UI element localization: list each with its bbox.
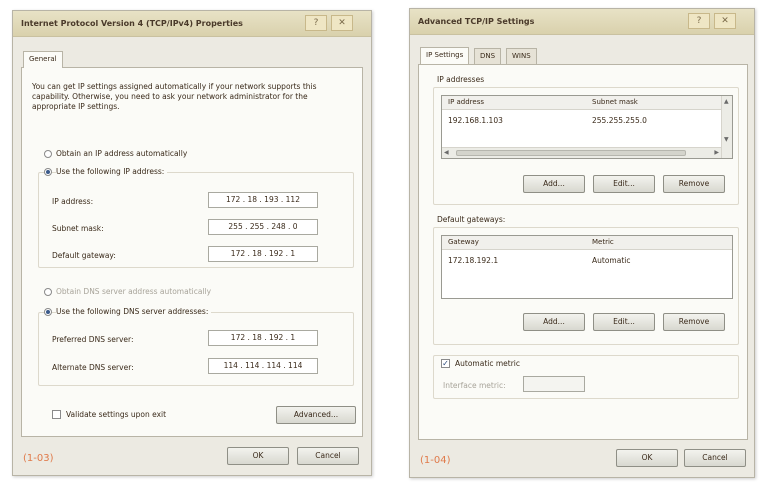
subnet-mask-field[interactable]: 255 . 255 . 248 . 0 bbox=[208, 219, 318, 235]
help-button[interactable]: ? bbox=[688, 13, 710, 29]
figure-caption: (1-04) bbox=[420, 455, 451, 466]
default-gateway-label: Default gateway: bbox=[52, 251, 116, 260]
table-row-gateway[interactable]: 172.18.192.1 bbox=[448, 256, 498, 265]
column-subnet-mask[interactable]: Subnet mask bbox=[592, 98, 638, 106]
vertical-scrollbar[interactable]: ▲ ▼ bbox=[721, 96, 732, 158]
table-row-metric[interactable]: Automatic bbox=[592, 256, 630, 265]
title-bar: Internet Protocol Version 4 (TCP/IPv4) P… bbox=[13, 11, 371, 37]
dialog-title: Internet Protocol Version 4 (TCP/IPv4) P… bbox=[21, 19, 243, 28]
alternate-dns-label: Alternate DNS server: bbox=[52, 363, 134, 372]
use-ip-radio[interactable] bbox=[44, 168, 52, 176]
use-dns-label[interactable]: Use the following DNS server addresses: bbox=[56, 307, 212, 316]
scroll-right-icon[interactable]: ▶ bbox=[714, 149, 719, 157]
alternate-dns-field[interactable]: 114 . 114 . 114 . 114 bbox=[208, 358, 318, 374]
ip-address-label: IP address: bbox=[52, 197, 94, 206]
obtain-ip-radio[interactable] bbox=[44, 150, 52, 158]
default-gateway-field[interactable]: 172 . 18 . 192 . 1 bbox=[208, 246, 318, 262]
edit-gateway-button[interactable]: Edit... bbox=[593, 313, 655, 331]
cancel-button[interactable]: Cancel bbox=[297, 447, 359, 465]
ip-address-list[interactable]: IP address Subnet mask 192.168.1.103 255… bbox=[441, 95, 733, 159]
column-gateway[interactable]: Gateway bbox=[448, 238, 479, 246]
validate-checkbox[interactable] bbox=[52, 410, 61, 419]
close-button[interactable]: ✕ bbox=[714, 13, 736, 29]
remove-gateway-button[interactable]: Remove bbox=[663, 313, 725, 331]
gateway-list[interactable]: Gateway Metric 172.18.192.1 Automatic bbox=[441, 235, 733, 299]
advanced-button[interactable]: Advanced... bbox=[276, 406, 356, 424]
column-metric[interactable]: Metric bbox=[592, 238, 614, 246]
ok-button[interactable]: OK bbox=[616, 449, 678, 467]
interface-metric-field[interactable] bbox=[523, 376, 585, 392]
subnet-mask-label: Subnet mask: bbox=[52, 224, 104, 233]
tab-wins[interactable]: WINS bbox=[506, 48, 537, 64]
default-gateways-label: Default gateways: bbox=[437, 215, 506, 224]
automatic-metric-label[interactable]: Automatic metric bbox=[455, 359, 520, 368]
column-ip-address[interactable]: IP address bbox=[448, 98, 484, 106]
interface-metric-label: Interface metric: bbox=[443, 381, 506, 390]
table-row-ip[interactable]: 192.168.1.103 bbox=[448, 116, 503, 125]
edit-ip-button[interactable]: Edit... bbox=[593, 175, 655, 193]
advanced-tcpip-dialog: Advanced TCP/IP Settings ? ✕ IP Settings… bbox=[409, 8, 755, 478]
add-ip-button[interactable]: Add... bbox=[523, 175, 585, 193]
remove-ip-button[interactable]: Remove bbox=[663, 175, 725, 193]
horizontal-scrollbar[interactable]: ◀ ▶ bbox=[442, 147, 721, 158]
obtain-dns-label[interactable]: Obtain DNS server address automatically bbox=[56, 287, 211, 296]
cancel-button[interactable]: Cancel bbox=[684, 449, 746, 467]
ip-address-field[interactable]: 172 . 18 . 193 . 112 bbox=[208, 192, 318, 208]
ip-addresses-label: IP addresses bbox=[437, 75, 485, 84]
validate-label[interactable]: Validate settings upon exit bbox=[66, 410, 166, 419]
general-panel: You can get IP settings assigned automat… bbox=[21, 67, 363, 437]
dns-group bbox=[38, 312, 354, 386]
close-button[interactable]: ✕ bbox=[331, 15, 353, 31]
use-dns-radio[interactable] bbox=[44, 308, 52, 316]
ip-settings-panel: IP addresses IP address Subnet mask 192.… bbox=[418, 64, 748, 440]
preferred-dns-label: Preferred DNS server: bbox=[52, 335, 134, 344]
ok-button[interactable]: OK bbox=[227, 447, 289, 465]
tab-general[interactable]: General bbox=[23, 51, 63, 68]
automatic-metric-checkbox[interactable]: ✓ bbox=[441, 359, 450, 368]
gateway-list-header: Gateway Metric bbox=[442, 236, 732, 250]
table-row-subnet[interactable]: 255.255.255.0 bbox=[592, 116, 647, 125]
use-ip-label[interactable]: Use the following IP address: bbox=[56, 167, 168, 176]
scroll-up-icon[interactable]: ▲ bbox=[724, 98, 729, 106]
tab-ip-settings[interactable]: IP Settings bbox=[420, 47, 470, 64]
intro-text: You can get IP settings assigned automat… bbox=[32, 82, 317, 111]
figure-caption: (1-03) bbox=[23, 453, 54, 464]
preferred-dns-field[interactable]: 172 . 18 . 192 . 1 bbox=[208, 330, 318, 346]
obtain-dns-radio[interactable] bbox=[44, 288, 52, 296]
ipv4-properties-dialog: Internet Protocol Version 4 (TCP/IPv4) P… bbox=[12, 10, 372, 476]
title-bar: Advanced TCP/IP Settings ? ✕ bbox=[410, 9, 754, 35]
dialog-title: Advanced TCP/IP Settings bbox=[418, 17, 535, 26]
scroll-thumb[interactable] bbox=[456, 150, 686, 156]
help-button[interactable]: ? bbox=[305, 15, 327, 31]
ip-list-header: IP address Subnet mask bbox=[442, 96, 732, 110]
add-gateway-button[interactable]: Add... bbox=[523, 313, 585, 331]
obtain-ip-label[interactable]: Obtain an IP address automatically bbox=[56, 149, 187, 158]
scroll-down-icon[interactable]: ▼ bbox=[724, 136, 729, 144]
tab-dns[interactable]: DNS bbox=[474, 48, 502, 64]
scroll-left-icon[interactable]: ◀ bbox=[444, 149, 449, 157]
